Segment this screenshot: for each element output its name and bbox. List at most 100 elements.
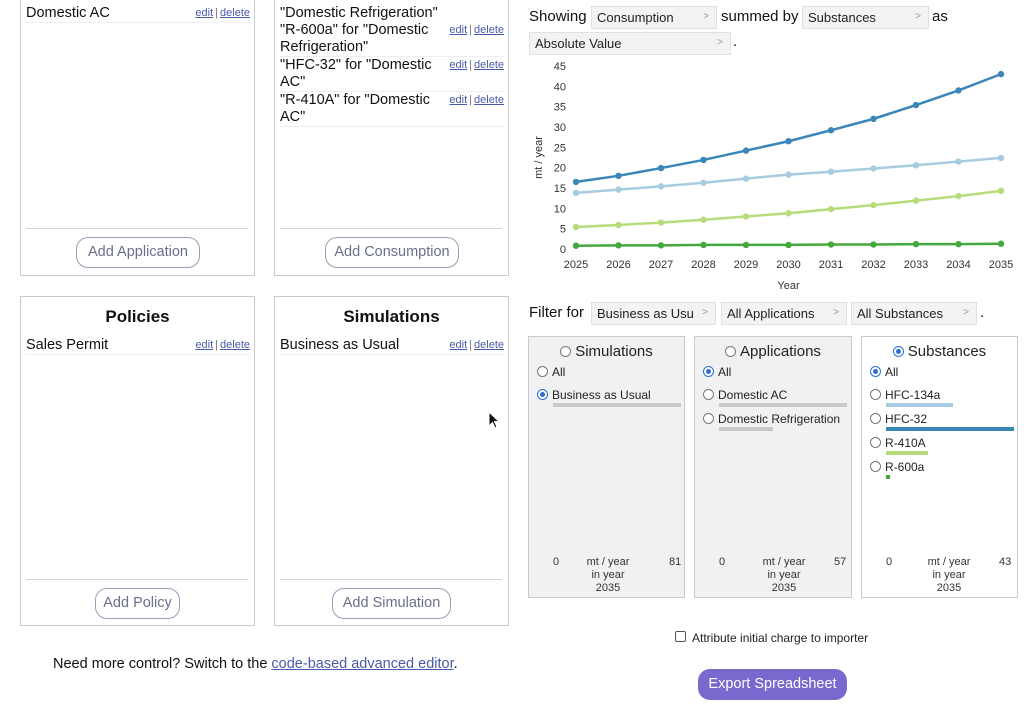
radio-icon[interactable]: [870, 461, 881, 472]
group-select[interactable]: Substances >: [802, 6, 929, 29]
list-item: Sales Permit edit | delete: [26, 337, 250, 355]
edit-link[interactable]: edit: [449, 94, 467, 106]
edit-link[interactable]: edit: [195, 7, 213, 19]
substances-card: Substances All HFC-134a HFC-32 R-410A R-…: [861, 336, 1018, 598]
option-r-600a[interactable]: R-600a: [870, 460, 924, 474]
all-label: All: [885, 365, 899, 379]
data-point: [955, 240, 962, 248]
consumption-panel: "Domestic Refrigeration" "R-600a" for "D…: [274, 0, 509, 276]
option-business-as-usual[interactable]: Business as Usual: [537, 388, 651, 402]
radio-icon[interactable]: [725, 346, 737, 357]
card-title[interactable]: Simulations: [529, 343, 684, 360]
radio-icon[interactable]: [892, 346, 904, 357]
y-tick-label: 25: [554, 142, 566, 154]
radio-icon[interactable]: [870, 413, 881, 424]
data-point: [572, 178, 580, 186]
scale-caption: mt / year in year 2035: [573, 556, 643, 595]
card-title[interactable]: Substances: [862, 343, 1017, 360]
y-tick-label: 10: [554, 203, 566, 215]
y-tick-label: 15: [554, 183, 566, 195]
attribute-checkbox[interactable]: [675, 631, 686, 642]
card-title[interactable]: Applications: [695, 343, 851, 360]
option-bar: [719, 427, 773, 431]
add-policy-button[interactable]: Add Policy: [95, 588, 180, 619]
substance-filter-select[interactable]: All Substances >: [851, 302, 977, 325]
delete-link[interactable]: delete: [474, 94, 504, 106]
data-point: [955, 192, 962, 200]
radio-icon[interactable]: [537, 389, 548, 400]
delete-link[interactable]: delete: [220, 339, 250, 351]
data-point: [657, 164, 665, 172]
y-tick-label: 5: [560, 224, 566, 236]
option-label: Domestic Refrigeration: [718, 412, 841, 426]
all-option[interactable]: All: [703, 365, 731, 379]
attribute-label: Attribute initial charge to importer: [692, 631, 869, 645]
card-title-label: Applications: [740, 343, 821, 360]
option-r-410a[interactable]: R-410A: [870, 436, 926, 450]
x-tick-label: 2030: [776, 259, 800, 271]
option-domestic-ac[interactable]: Domestic AC: [703, 388, 787, 402]
x-tick-label: 2026: [606, 259, 630, 271]
policies-panel: Policies Sales Permit edit | delete Add Po…: [20, 296, 255, 626]
data-point: [785, 210, 792, 217]
edit-link[interactable]: edit: [449, 24, 467, 36]
radio-icon[interactable]: [870, 366, 881, 377]
radio-icon[interactable]: [870, 389, 881, 400]
add-consumption-button[interactable]: Add Consumption: [325, 237, 459, 268]
radio-icon[interactable]: [560, 346, 572, 357]
scale-unit: mt / year: [927, 556, 971, 568]
option-domestic-refrigeration[interactable]: Domestic Refrigeration: [703, 412, 840, 426]
applications-card: Applications All Domestic AC Domestic Re…: [694, 336, 852, 598]
edit-link[interactable]: edit: [195, 339, 213, 351]
delete-link[interactable]: delete: [474, 339, 504, 351]
option-label: HFC-32: [885, 412, 928, 426]
delete-link[interactable]: delete: [474, 59, 504, 71]
data-point: [700, 216, 707, 223]
all-option[interactable]: All: [870, 365, 898, 379]
export-spreadsheet-button[interactable]: Export Spreadsheet: [698, 669, 847, 700]
x-axis-label: Year: [777, 280, 800, 292]
mouse-cursor-icon: [488, 411, 501, 429]
radio-icon[interactable]: [537, 366, 548, 377]
data-point: [657, 219, 665, 226]
data-point: [827, 168, 835, 175]
radio-icon[interactable]: [703, 389, 714, 400]
advanced-editor-link[interactable]: code-based advanced editor: [271, 656, 453, 672]
applications-panel: Domestic AC edit | delete Add Application: [20, 0, 255, 276]
option-label: R-600a: [885, 460, 925, 474]
scale-in: in year: [767, 569, 801, 581]
data-point: [700, 156, 707, 164]
x-tick-label: 2028: [691, 259, 715, 271]
add-application-button[interactable]: Add Application: [76, 237, 200, 268]
list-item: Business as Usual edit | delete: [280, 337, 504, 355]
y-tick-label: 35: [554, 102, 566, 114]
application-filter-select[interactable]: All Applications >: [721, 302, 847, 325]
radio-icon[interactable]: [870, 437, 881, 448]
data-point: [742, 241, 750, 249]
option-hfc-134a[interactable]: HFC-134a: [870, 388, 940, 402]
chevron-icon: >: [717, 37, 723, 48]
scale-caption: mt / year in year 2035: [914, 556, 984, 595]
metric-select[interactable]: Consumption >: [591, 6, 717, 29]
edit-link[interactable]: edit: [449, 339, 467, 351]
delete-link[interactable]: delete: [220, 7, 250, 19]
all-label: All: [718, 365, 732, 379]
edit-link[interactable]: edit: [449, 59, 467, 71]
substance-filter-value: All Substances: [857, 306, 943, 321]
simulation-filter-select[interactable]: Business as Usu >: [591, 302, 716, 325]
option-hfc-32[interactable]: HFC-32: [870, 412, 927, 426]
chevron-icon: >: [963, 307, 969, 318]
data-point: [997, 70, 1005, 78]
all-option[interactable]: All: [537, 365, 565, 379]
simulations-panel: Simulations Business as Usual edit | delet…: [274, 296, 509, 626]
add-simulation-button[interactable]: Add Simulation: [332, 588, 451, 619]
delete-link[interactable]: delete: [474, 24, 504, 36]
consumption-chart: 0510152025303540452025 2026 2027 2028 2029 20…: [533, 61, 1013, 292]
data-point: [572, 189, 580, 197]
radio-icon[interactable]: [703, 413, 714, 424]
radio-icon[interactable]: [703, 366, 714, 377]
chevron-icon: >: [702, 307, 708, 318]
scale-year: 2035: [936, 582, 962, 594]
consumption-label: "Domestic Refrigeration": [280, 5, 438, 21]
mode-select[interactable]: Absolute Value >: [529, 32, 731, 55]
